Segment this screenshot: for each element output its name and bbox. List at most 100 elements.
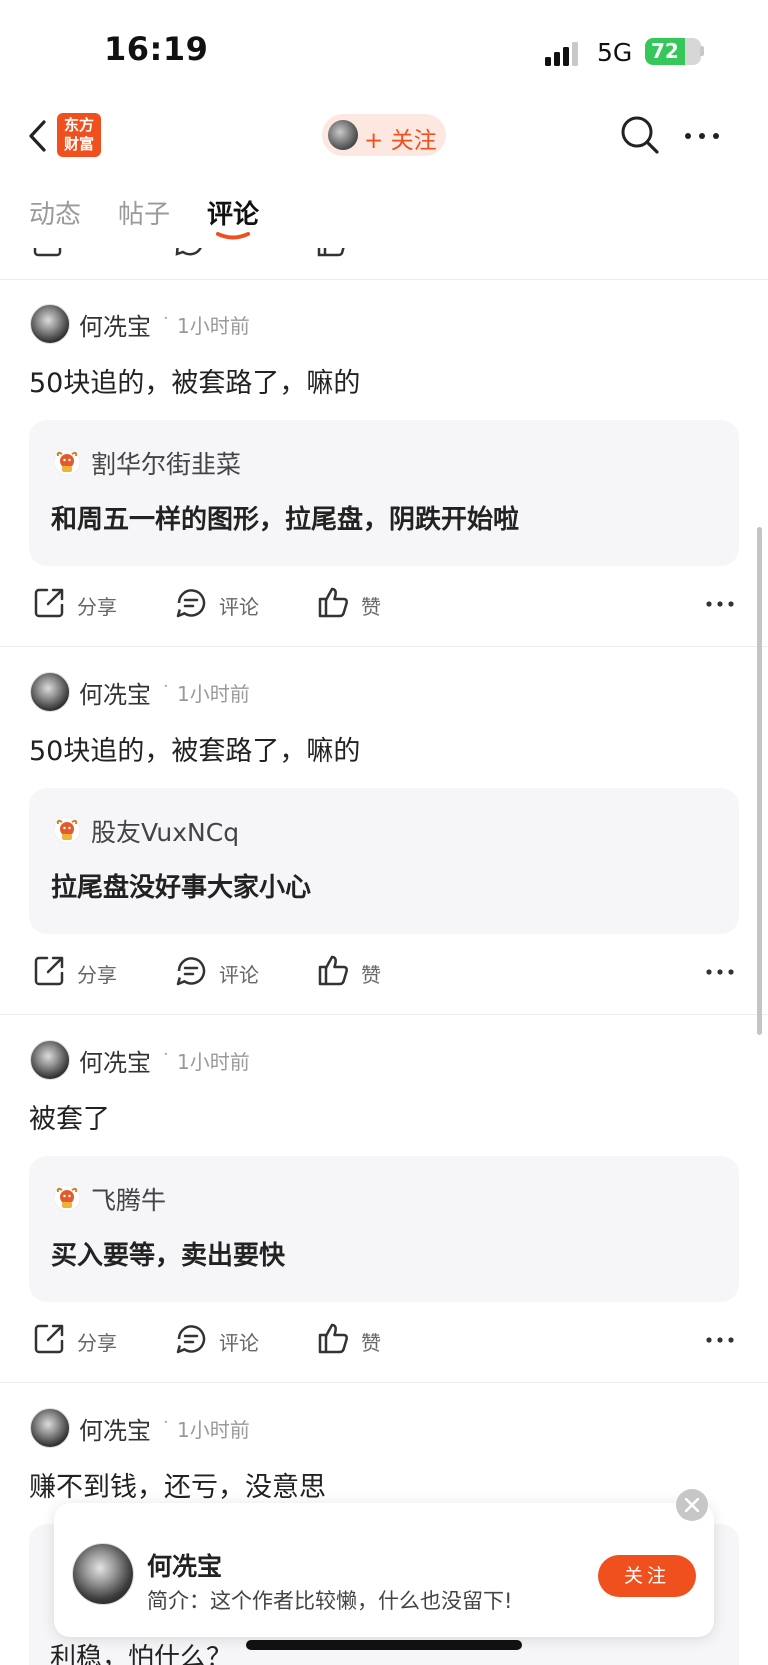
partial-action-row <box>0 248 768 258</box>
avatar[interactable] <box>30 304 70 344</box>
like-icon <box>318 955 348 986</box>
battery-icon: 72 <box>645 38 701 65</box>
comment-button[interactable]: 评论 <box>174 1319 264 1359</box>
tab-active-indicator <box>216 232 250 240</box>
share-icon <box>34 588 64 618</box>
comment-icon <box>176 1325 206 1354</box>
author-profile-card[interactable]: 何冼宝 简介：这个作者比较懒，什么也没留下! 关注 <box>54 1489 714 1637</box>
comment-button[interactable]: 评论 <box>174 951 264 991</box>
like-label: 赞 <box>361 595 381 619</box>
username[interactable]: 何冼宝 <box>79 307 151 342</box>
like-icon <box>318 1323 348 1354</box>
username[interactable]: 何冼宝 <box>79 675 151 710</box>
comment-feed[interactable]: 何冼宝 · 1小时前 50块追的，被套路了，嘛的 割华尔街韭菜 和周五一样的图形… <box>0 248 768 1665</box>
username[interactable]: 何冼宝 <box>79 1411 151 1446</box>
close-button[interactable] <box>676 1489 708 1521</box>
avatar <box>328 120 358 150</box>
quote-text: 拉尾盘没好事大家小心 <box>51 873 312 903</box>
battery-level: 72 <box>651 39 679 63</box>
quoted-post[interactable]: 飞腾牛 买入要等，卖出要快 <box>29 1156 739 1302</box>
comment-button[interactable]: 评论 <box>174 583 264 623</box>
more-icon[interactable] <box>684 132 720 140</box>
avatar[interactable] <box>30 672 70 712</box>
share-button[interactable]: 分享 <box>32 1319 122 1359</box>
quoted-post[interactable]: 股友VuxNCq 拉尾盘没好事大家小心 <box>29 788 739 934</box>
avatar[interactable] <box>30 1408 70 1448</box>
share-label: 分享 <box>77 595 117 619</box>
author-name[interactable]: 何冼宝 <box>147 1547 222 1583</box>
comment-text[interactable]: 被套了 <box>29 1097 110 1136</box>
quote-text: 买入要等，卖出要快 <box>51 1241 286 1271</box>
home-indicator[interactable] <box>246 1640 522 1650</box>
avatar[interactable] <box>72 1543 134 1605</box>
author-bio: 简介：这个作者比较懒，什么也没留下! <box>147 1589 513 1613</box>
more-options-icon[interactable] <box>706 600 734 608</box>
quote-text-partial: 利稳，怕什么？ <box>50 1643 233 1665</box>
close-icon <box>685 1498 699 1512</box>
more-options-icon[interactable] <box>706 968 734 976</box>
tab-posts[interactable]: 帖子 <box>118 194 170 231</box>
separator-dot: · <box>163 676 169 697</box>
share-icon <box>33 248 62 257</box>
share-button[interactable]: 分享 <box>32 583 122 623</box>
comment-item[interactable]: 何冼宝 · 1小时前 50块追的，被套路了，嘛的 割华尔街韭菜 和周五一样的图形… <box>0 268 768 636</box>
comment-text[interactable]: 赚不到钱，还亏，没意思 <box>29 1465 326 1504</box>
follow-pill-button[interactable]: + 关注 <box>322 114 446 156</box>
more-options-icon[interactable] <box>706 1336 734 1344</box>
avatar[interactable] <box>30 1040 70 1080</box>
follow-label: + 关注 <box>364 128 437 154</box>
back-icon[interactable] <box>26 116 50 156</box>
comment-icon <box>175 248 202 256</box>
tab-dynamics[interactable]: 动态 <box>29 194 81 231</box>
comment-label: 评论 <box>219 963 259 987</box>
app-logo[interactable]: 东方 财富 <box>57 113 101 157</box>
quote-username[interactable]: 飞腾牛 <box>91 1181 166 1217</box>
scrollbar[interactable] <box>757 527 762 1035</box>
like-button[interactable]: 赞 <box>316 583 396 623</box>
like-label: 赞 <box>361 1331 381 1355</box>
logo-line2: 财富 <box>63 135 94 153</box>
like-button[interactable]: 赞 <box>316 951 396 991</box>
bull-avatar-icon <box>53 448 81 476</box>
like-icon <box>318 587 348 618</box>
network-type: 5G <box>597 38 633 67</box>
separator-dot: · <box>163 308 169 329</box>
quote-text: 和周五一样的图形，拉尾盘，阴跌开始啦 <box>51 505 520 535</box>
comment-item[interactable]: 何冼宝 · 1小时前 被套了 飞腾牛 买入要等，卖出要快 分享 评论 赞 <box>0 1004 768 1372</box>
comment-text[interactable]: 50块追的，被套路了，嘛的 <box>29 361 360 400</box>
username[interactable]: 何冼宝 <box>79 1043 151 1078</box>
comment-text[interactable]: 50块追的，被套路了，嘛的 <box>29 729 360 768</box>
follow-button[interactable]: 关注 <box>598 1555 696 1597</box>
post-time: 1小时前 <box>177 1418 250 1442</box>
separator-dot: · <box>163 1412 169 1433</box>
like-icon <box>317 248 345 257</box>
tab-comments[interactable]: 评论 <box>207 194 259 231</box>
comment-icon <box>176 957 206 986</box>
action-row: 分享 评论 赞 <box>0 583 768 623</box>
quote-username[interactable]: 割华尔街韭菜 <box>91 445 241 481</box>
like-label: 赞 <box>361 963 381 987</box>
quoted-post[interactable]: 割华尔街韭菜 和周五一样的图形，拉尾盘，阴跌开始啦 <box>29 420 739 566</box>
like-button[interactable]: 赞 <box>316 1319 396 1359</box>
status-bar: 16:19 5G 72 <box>0 0 768 100</box>
share-button[interactable]: 分享 <box>32 951 122 991</box>
comment-item[interactable]: 何冼宝 · 1小时前 50块追的，被套路了，嘛的 股友VuxNCq 拉尾盘没好事… <box>0 636 768 1004</box>
search-icon[interactable] <box>619 114 661 156</box>
tab-bar: 动态 帖子 评论 <box>0 172 768 248</box>
post-time: 1小时前 <box>177 682 250 706</box>
action-row: 分享 评论 赞 <box>0 1319 768 1359</box>
share-label: 分享 <box>77 1331 117 1355</box>
share-icon <box>34 956 64 986</box>
quote-username[interactable]: 股友VuxNCq <box>91 813 239 849</box>
comment-label: 评论 <box>219 595 259 619</box>
comment-label: 评论 <box>219 1331 259 1355</box>
separator-dot: · <box>163 1044 169 1065</box>
share-icon <box>34 1324 64 1354</box>
post-time: 1小时前 <box>177 314 250 338</box>
bull-avatar-icon <box>53 1184 81 1212</box>
post-time: 1小时前 <box>177 1050 250 1074</box>
action-row: 分享 评论 赞 <box>0 951 768 991</box>
battery-tip <box>700 46 704 56</box>
share-label: 分享 <box>77 963 117 987</box>
top-nav: 东方 财富 + 关注 <box>0 100 768 172</box>
